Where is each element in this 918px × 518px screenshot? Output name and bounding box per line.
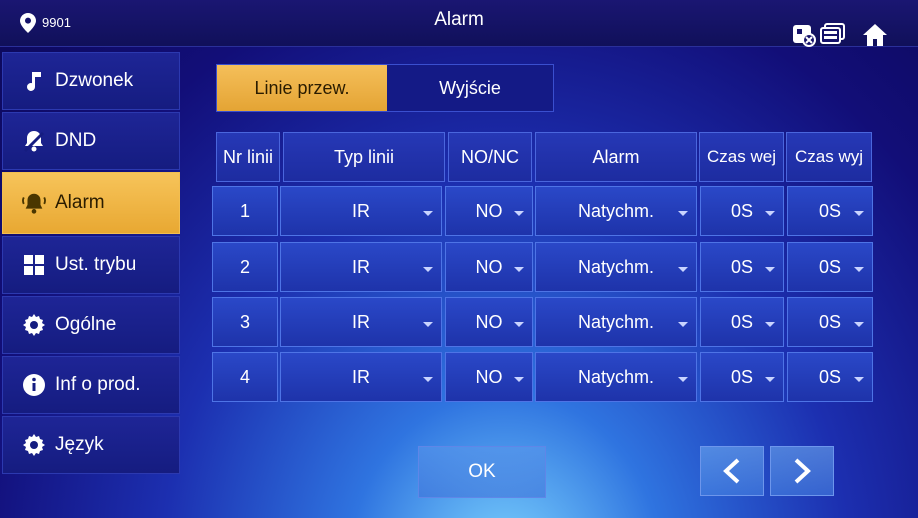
column-header-no-nc: NO/NC <box>448 132 532 182</box>
row-4-no-nc-select[interactable]: NO <box>445 352 533 402</box>
grid-icon <box>21 253 47 277</box>
chevron-right-icon <box>794 458 811 484</box>
chevron-left-icon <box>723 458 740 484</box>
next-page-button[interactable] <box>770 446 834 496</box>
dropdown-caret-icon <box>678 322 688 327</box>
monitor-icon[interactable] <box>820 22 846 48</box>
column-header-alarm: Alarm <box>535 132 697 182</box>
row-1-alarm-select[interactable]: Natychm. <box>535 186 697 236</box>
row-4-line-number: 4 <box>212 352 278 402</box>
sidebar-item-alarm[interactable]: Alarm <box>2 172 180 234</box>
home-icon[interactable] <box>860 22 890 48</box>
sidebar-item-label: DND <box>55 130 97 151</box>
bell-off-icon <box>21 129 47 153</box>
page-title: Alarm <box>434 9 484 30</box>
row-3-line-number: 3 <box>212 297 278 347</box>
row-2-exit-delay-select[interactable]: 0S <box>787 242 873 292</box>
dropdown-caret-icon <box>423 267 433 272</box>
row-4-alarm-select[interactable]: Natychm. <box>535 352 697 402</box>
column-header-nr-linii: Nr linii <box>216 132 280 182</box>
row-1-no-nc-select[interactable]: NO <box>445 186 533 236</box>
dropdown-caret-icon <box>765 322 775 327</box>
row-1-type-select[interactable]: IR <box>280 186 442 236</box>
column-header-typ-linii: Typ linii <box>283 132 445 182</box>
row-2-type-select[interactable]: IR <box>280 242 442 292</box>
dropdown-caret-icon <box>854 211 864 216</box>
row-2-alarm-select[interactable]: Natychm. <box>535 242 697 292</box>
row-1-entry-delay-select[interactable]: 0S <box>700 186 784 236</box>
dropdown-caret-icon <box>854 267 864 272</box>
dropdown-caret-icon <box>514 267 524 272</box>
dropdown-caret-icon <box>514 377 524 382</box>
dropdown-caret-icon <box>678 267 688 272</box>
sidebar-item-ogolne[interactable]: Ogólne <box>2 296 180 354</box>
dropdown-caret-icon <box>854 377 864 382</box>
dropdown-caret-icon <box>765 211 775 216</box>
row-2-entry-delay-select[interactable]: 0S <box>700 242 784 292</box>
previous-page-button[interactable] <box>700 446 764 496</box>
dropdown-caret-icon <box>514 322 524 327</box>
top-bar: 9901 Alarm <box>0 0 918 47</box>
network-status-icon[interactable] <box>792 22 816 48</box>
sidebar-item-inf-o-prod[interactable]: Inf o prod. <box>2 356 180 414</box>
sidebar-item-label: Dzwonek <box>55 70 134 91</box>
dropdown-caret-icon <box>514 211 524 216</box>
dropdown-caret-icon <box>765 267 775 272</box>
sidebar-item-label: Ust. trybu <box>55 254 137 275</box>
tab-wyjscie[interactable]: Wyjście <box>387 65 553 111</box>
row-2-no-nc-select[interactable]: NO <box>445 242 533 292</box>
sidebar-item-jezyk[interactable]: Język <box>2 416 180 474</box>
dropdown-caret-icon <box>423 377 433 382</box>
column-header-czas-wej: Czas wej <box>699 132 784 182</box>
sidebar-item-label: Inf o prod. <box>55 374 141 395</box>
dropdown-caret-icon <box>423 322 433 327</box>
music-note-icon <box>21 69 47 93</box>
sidebar-item-dzwonek[interactable]: Dzwonek <box>2 52 180 110</box>
gear-icon <box>21 433 47 457</box>
row-1-line-number: 1 <box>212 186 278 236</box>
ok-button[interactable]: OK <box>418 446 546 498</box>
row-2-line-number: 2 <box>212 242 278 292</box>
row-3-type-select[interactable]: IR <box>280 297 442 347</box>
row-4-exit-delay-select[interactable]: 0S <box>787 352 873 402</box>
dropdown-caret-icon <box>765 377 775 382</box>
sidebar-item-dnd[interactable]: DND <box>2 112 180 170</box>
tab-bar: Linie przew. Wyjście <box>216 64 554 112</box>
alarm-bell-icon <box>21 191 47 215</box>
dropdown-caret-icon <box>423 211 433 216</box>
sidebar-item-label: Ogólne <box>55 314 117 335</box>
row-4-type-select[interactable]: IR <box>280 352 442 402</box>
dropdown-caret-icon <box>854 322 864 327</box>
sidebar: Dzwonek DND Alarm Ust. trybu Ogólne Inf … <box>0 52 182 518</box>
row-3-entry-delay-select[interactable]: 0S <box>700 297 784 347</box>
column-header-czas-wyj: Czas wyj <box>786 132 872 182</box>
row-3-exit-delay-select[interactable]: 0S <box>787 297 873 347</box>
row-4-entry-delay-select[interactable]: 0S <box>700 352 784 402</box>
tab-linie-przew[interactable]: Linie przew. <box>217 65 387 111</box>
dropdown-caret-icon <box>678 211 688 216</box>
dropdown-caret-icon <box>678 377 688 382</box>
row-3-no-nc-select[interactable]: NO <box>445 297 533 347</box>
sidebar-item-label: Język <box>55 434 104 455</box>
sidebar-item-ust-trybu[interactable]: Ust. trybu <box>2 236 180 294</box>
info-icon <box>21 373 47 397</box>
gear-icon <box>21 313 47 337</box>
row-1-exit-delay-select[interactable]: 0S <box>787 186 873 236</box>
row-3-alarm-select[interactable]: Natychm. <box>535 297 697 347</box>
sidebar-item-label: Alarm <box>55 192 105 213</box>
